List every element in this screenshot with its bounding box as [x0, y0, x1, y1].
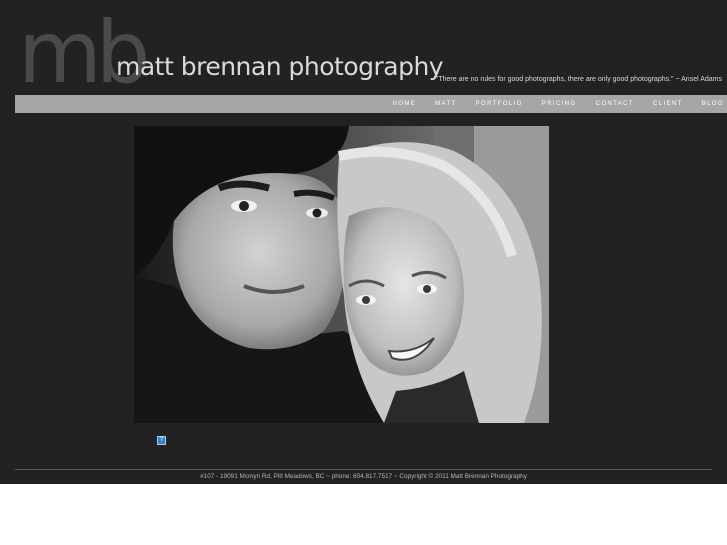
main-navigation: HOME MATT PORTFOLIO PRICING CONTACT CLIE… — [15, 95, 727, 113]
nav-item-client[interactable]: CLIENT — [653, 101, 683, 107]
nav-item-blog[interactable]: BLOG — [702, 101, 724, 107]
hero-photo — [134, 126, 549, 423]
nav-item-matt[interactable]: MATT — [435, 101, 457, 107]
nav-item-pricing[interactable]: PRICING — [542, 101, 577, 107]
nav-item-contact[interactable]: CONTACT — [596, 101, 634, 107]
nav-item-portfolio[interactable]: PORTFOLIO — [476, 101, 523, 107]
broken-plugin-icon[interactable]: ? — [157, 436, 166, 445]
couple-portrait-image — [134, 126, 549, 423]
footer-divider — [15, 469, 712, 470]
site-title[interactable]: matt brennan photography — [116, 52, 444, 81]
nav-links: HOME MATT PORTFOLIO PRICING CONTACT CLIE… — [374, 95, 724, 113]
header-quote: "There are no rules for good photographs… — [435, 76, 722, 83]
footer-contact-copyright: #107 - 19091 Mcmyn Rd, Pitt Meadows, BC … — [200, 473, 527, 480]
nav-item-home[interactable]: HOME — [393, 101, 417, 107]
page: mb matt brennan photography "There are n… — [0, 0, 727, 484]
